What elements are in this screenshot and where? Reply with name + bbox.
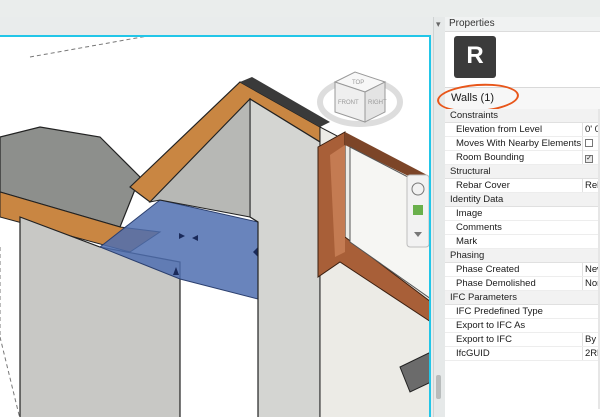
property-label: Image [456, 208, 483, 219]
top-toolbar [0, 0, 600, 18]
model-canvas[interactable]: TOP FRONT RIGHT [0, 37, 431, 417]
viewcube-front-label: FRONT [338, 100, 359, 106]
property-label: Elevation from Level [456, 124, 543, 135]
group-identity-data[interactable]: Identity Data [445, 193, 600, 207]
type-selector[interactable]: Walls (1) [436, 81, 600, 115]
type-selector-label: Walls (1) [451, 92, 494, 104]
property-row[interactable]: Rebar Cover Reba [445, 179, 600, 193]
group-structural[interactable]: Structural [445, 165, 600, 179]
property-label: Comments [456, 222, 502, 233]
property-label: Phase Demolished [456, 278, 536, 289]
hidden-line [0, 247, 21, 417]
property-row[interactable]: Comments [445, 221, 600, 235]
type-preview: R [445, 32, 600, 84]
navigation-bar[interactable] [406, 174, 429, 248]
properties-grid: Constraints Elevation from Level 0' 0 Mo… [445, 109, 600, 361]
property-label: Export to IFC [456, 334, 512, 345]
property-label: Mark [456, 236, 478, 247]
property-row[interactable]: Phase Demolished Non [445, 277, 600, 291]
viewcube-top-label: TOP [352, 80, 364, 86]
hidden-line [29, 37, 145, 58]
property-row[interactable]: Image [445, 207, 600, 221]
property-label: Moves With Nearby Elements [456, 138, 582, 149]
revit-logo-icon: R [454, 36, 496, 78]
property-label: Rebar Cover [456, 180, 510, 191]
view-cube[interactable]: TOP FRONT RIGHT [317, 71, 403, 127]
panel-title: Properties [445, 17, 600, 32]
checkbox[interactable]: ✓ [585, 155, 593, 163]
property-label: IFC Predefined Type [456, 306, 543, 317]
viewcube-right-label: RIGHT [368, 100, 387, 106]
property-label: Phase Created [456, 264, 520, 275]
property-row[interactable]: Export to IFC As [445, 319, 600, 333]
property-label: Room Bounding [456, 152, 525, 163]
checkbox[interactable] [585, 139, 593, 147]
group-constraints[interactable]: Constraints [445, 109, 600, 123]
properties-panel: Properties R Walls (1) Constraints Eleva… [436, 17, 600, 417]
property-label: IfcGUID [456, 348, 490, 359]
scroll-grip[interactable] [436, 375, 441, 399]
3d-view[interactable]: TOP FRONT RIGHT [0, 35, 431, 417]
inner-wall [249, 97, 321, 417]
property-row[interactable]: Room Bounding ✓ [445, 151, 600, 165]
dropdown-icon[interactable]: ▾ [436, 19, 441, 30]
property-row[interactable]: Mark [445, 235, 600, 249]
property-label: Export to IFC As [456, 320, 526, 331]
property-row[interactable]: Export to IFC By T [445, 333, 600, 347]
property-row[interactable]: IfcGUID 2Rlk [445, 347, 600, 361]
property-row[interactable]: IFC Predefined Type [445, 305, 600, 319]
group-ifc-parameters[interactable]: IFC Parameters [445, 291, 600, 305]
property-row[interactable]: Moves With Nearby Elements [445, 137, 600, 151]
zoom-icon[interactable] [413, 205, 423, 215]
group-phasing[interactable]: Phasing [445, 249, 600, 263]
property-row[interactable]: Elevation from Level 0' 0 [445, 123, 600, 137]
property-row[interactable]: Phase Created New [445, 263, 600, 277]
